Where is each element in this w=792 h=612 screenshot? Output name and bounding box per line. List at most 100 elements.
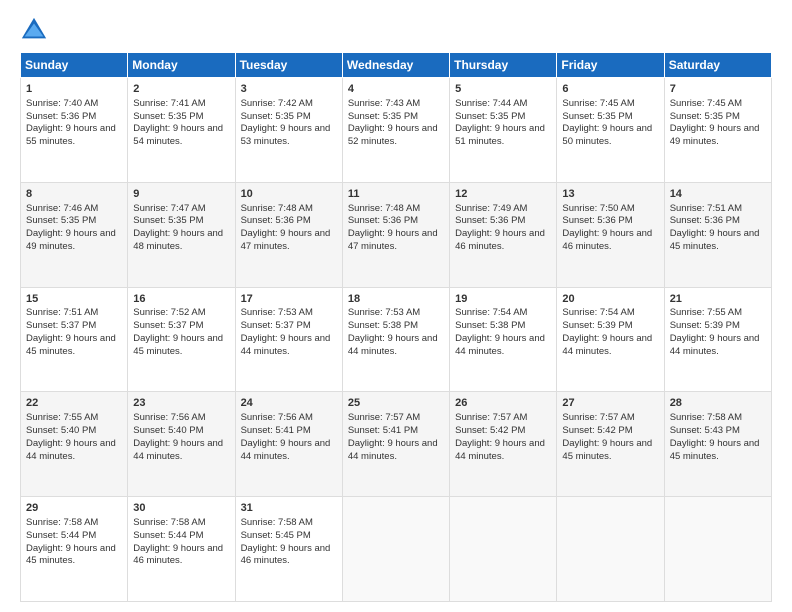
- main-container: SundayMondayTuesdayWednesdayThursdayFrid…: [0, 0, 792, 612]
- sunrise-text: Sunrise: 7:57 AM: [348, 412, 444, 425]
- daylight-text: Daylight: 9 hours and 44 minutes.: [670, 333, 766, 359]
- sunrise-text: Sunrise: 7:55 AM: [26, 412, 122, 425]
- day-number: 28: [670, 396, 766, 411]
- sunrise-text: Sunrise: 7:51 AM: [670, 203, 766, 216]
- daylight-text: Daylight: 9 hours and 52 minutes.: [348, 123, 444, 149]
- sunset-text: Sunset: 5:42 PM: [562, 425, 658, 438]
- calendar-cell: 8Sunrise: 7:46 AMSunset: 5:35 PMDaylight…: [21, 182, 128, 287]
- calendar-table: SundayMondayTuesdayWednesdayThursdayFrid…: [20, 52, 772, 602]
- calendar-cell: 10Sunrise: 7:48 AMSunset: 5:36 PMDayligh…: [235, 182, 342, 287]
- calendar-cell: 25Sunrise: 7:57 AMSunset: 5:41 PMDayligh…: [342, 392, 449, 497]
- sunset-text: Sunset: 5:44 PM: [26, 530, 122, 543]
- calendar-cell: [450, 497, 557, 602]
- daylight-text: Daylight: 9 hours and 50 minutes.: [562, 123, 658, 149]
- sunset-text: Sunset: 5:43 PM: [670, 425, 766, 438]
- calendar-header-saturday: Saturday: [664, 53, 771, 78]
- calendar-body: 1Sunrise: 7:40 AMSunset: 5:36 PMDaylight…: [21, 78, 772, 602]
- day-number: 3: [241, 82, 337, 97]
- sunrise-text: Sunrise: 7:42 AM: [241, 98, 337, 111]
- sunset-text: Sunset: 5:35 PM: [455, 111, 551, 124]
- calendar-header-thursday: Thursday: [450, 53, 557, 78]
- sunset-text: Sunset: 5:37 PM: [133, 320, 229, 333]
- calendar-cell: [664, 497, 771, 602]
- day-number: 30: [133, 501, 229, 516]
- day-number: 17: [241, 292, 337, 307]
- sunrise-text: Sunrise: 7:57 AM: [455, 412, 551, 425]
- daylight-text: Daylight: 9 hours and 44 minutes.: [241, 333, 337, 359]
- sunrise-text: Sunrise: 7:45 AM: [562, 98, 658, 111]
- sunrise-text: Sunrise: 7:47 AM: [133, 203, 229, 216]
- calendar-cell: 9Sunrise: 7:47 AMSunset: 5:35 PMDaylight…: [128, 182, 235, 287]
- calendar-week-row: 1Sunrise: 7:40 AMSunset: 5:36 PMDaylight…: [21, 78, 772, 183]
- calendar-cell: 12Sunrise: 7:49 AMSunset: 5:36 PMDayligh…: [450, 182, 557, 287]
- sunrise-text: Sunrise: 7:53 AM: [241, 307, 337, 320]
- day-number: 20: [562, 292, 658, 307]
- daylight-text: Daylight: 9 hours and 53 minutes.: [241, 123, 337, 149]
- sunrise-text: Sunrise: 7:54 AM: [455, 307, 551, 320]
- day-number: 11: [348, 187, 444, 202]
- daylight-text: Daylight: 9 hours and 45 minutes.: [26, 543, 122, 569]
- calendar-header-sunday: Sunday: [21, 53, 128, 78]
- sunrise-text: Sunrise: 7:57 AM: [562, 412, 658, 425]
- calendar-cell: 11Sunrise: 7:48 AMSunset: 5:36 PMDayligh…: [342, 182, 449, 287]
- calendar-cell: 17Sunrise: 7:53 AMSunset: 5:37 PMDayligh…: [235, 287, 342, 392]
- calendar-week-row: 22Sunrise: 7:55 AMSunset: 5:40 PMDayligh…: [21, 392, 772, 497]
- calendar-week-row: 8Sunrise: 7:46 AMSunset: 5:35 PMDaylight…: [21, 182, 772, 287]
- sunrise-text: Sunrise: 7:53 AM: [348, 307, 444, 320]
- calendar-header-tuesday: Tuesday: [235, 53, 342, 78]
- calendar-header-monday: Monday: [128, 53, 235, 78]
- day-number: 1: [26, 82, 122, 97]
- calendar-week-row: 15Sunrise: 7:51 AMSunset: 5:37 PMDayligh…: [21, 287, 772, 392]
- calendar-cell: 20Sunrise: 7:54 AMSunset: 5:39 PMDayligh…: [557, 287, 664, 392]
- day-number: 22: [26, 396, 122, 411]
- sunrise-text: Sunrise: 7:51 AM: [26, 307, 122, 320]
- day-number: 10: [241, 187, 337, 202]
- sunset-text: Sunset: 5:45 PM: [241, 530, 337, 543]
- calendar-cell: 26Sunrise: 7:57 AMSunset: 5:42 PMDayligh…: [450, 392, 557, 497]
- sunset-text: Sunset: 5:39 PM: [562, 320, 658, 333]
- logo: [20, 16, 52, 44]
- calendar-week-row: 29Sunrise: 7:58 AMSunset: 5:44 PMDayligh…: [21, 497, 772, 602]
- day-number: 25: [348, 396, 444, 411]
- calendar-cell: 19Sunrise: 7:54 AMSunset: 5:38 PMDayligh…: [450, 287, 557, 392]
- day-number: 7: [670, 82, 766, 97]
- day-number: 29: [26, 501, 122, 516]
- sunset-text: Sunset: 5:36 PM: [670, 215, 766, 228]
- daylight-text: Daylight: 9 hours and 54 minutes.: [133, 123, 229, 149]
- sunrise-text: Sunrise: 7:41 AM: [133, 98, 229, 111]
- sunset-text: Sunset: 5:37 PM: [26, 320, 122, 333]
- sunrise-text: Sunrise: 7:50 AM: [562, 203, 658, 216]
- day-number: 14: [670, 187, 766, 202]
- daylight-text: Daylight: 9 hours and 49 minutes.: [26, 228, 122, 254]
- sunset-text: Sunset: 5:36 PM: [455, 215, 551, 228]
- sunset-text: Sunset: 5:35 PM: [348, 111, 444, 124]
- daylight-text: Daylight: 9 hours and 44 minutes.: [562, 333, 658, 359]
- sunset-text: Sunset: 5:39 PM: [670, 320, 766, 333]
- logo-icon: [20, 16, 48, 44]
- sunset-text: Sunset: 5:35 PM: [241, 111, 337, 124]
- sunset-text: Sunset: 5:41 PM: [348, 425, 444, 438]
- daylight-text: Daylight: 9 hours and 46 minutes.: [133, 543, 229, 569]
- sunrise-text: Sunrise: 7:58 AM: [133, 517, 229, 530]
- calendar-cell: 3Sunrise: 7:42 AMSunset: 5:35 PMDaylight…: [235, 78, 342, 183]
- sunset-text: Sunset: 5:36 PM: [241, 215, 337, 228]
- calendar-header-friday: Friday: [557, 53, 664, 78]
- calendar-cell: 22Sunrise: 7:55 AMSunset: 5:40 PMDayligh…: [21, 392, 128, 497]
- day-number: 5: [455, 82, 551, 97]
- calendar-header-row: SundayMondayTuesdayWednesdayThursdayFrid…: [21, 53, 772, 78]
- sunrise-text: Sunrise: 7:49 AM: [455, 203, 551, 216]
- sunset-text: Sunset: 5:38 PM: [348, 320, 444, 333]
- daylight-text: Daylight: 9 hours and 46 minutes.: [241, 543, 337, 569]
- day-number: 26: [455, 396, 551, 411]
- day-number: 23: [133, 396, 229, 411]
- sunset-text: Sunset: 5:40 PM: [26, 425, 122, 438]
- sunrise-text: Sunrise: 7:58 AM: [26, 517, 122, 530]
- sunset-text: Sunset: 5:38 PM: [455, 320, 551, 333]
- sunset-text: Sunset: 5:36 PM: [348, 215, 444, 228]
- sunrise-text: Sunrise: 7:55 AM: [670, 307, 766, 320]
- sunset-text: Sunset: 5:35 PM: [670, 111, 766, 124]
- day-number: 24: [241, 396, 337, 411]
- calendar-cell: 1Sunrise: 7:40 AMSunset: 5:36 PMDaylight…: [21, 78, 128, 183]
- day-number: 16: [133, 292, 229, 307]
- calendar-cell: 2Sunrise: 7:41 AMSunset: 5:35 PMDaylight…: [128, 78, 235, 183]
